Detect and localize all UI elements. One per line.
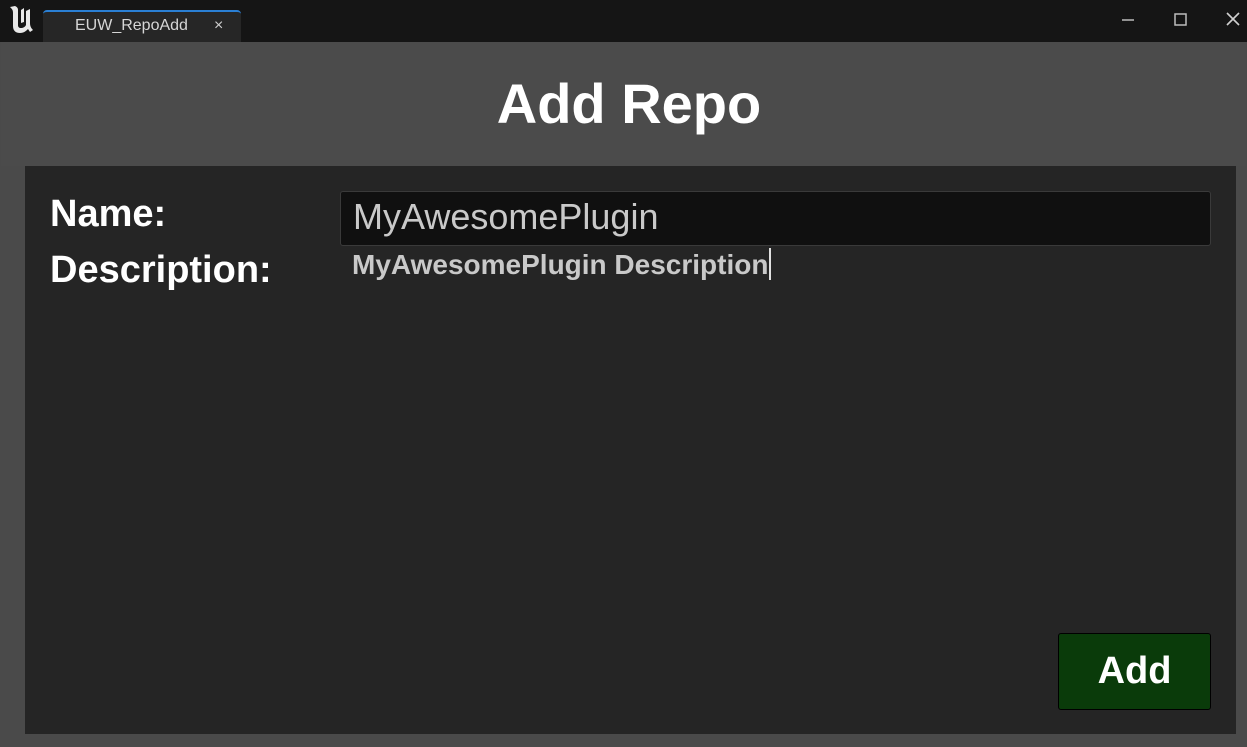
header-area: Add Repo [1,42,1246,166]
description-input[interactable]: MyAwesomePlugin Description [352,248,772,282]
tab-label: EUW_RepoAdd [75,17,188,34]
name-label: Name: [50,193,167,235]
name-input[interactable]: MyAwesomePlugin [340,191,1211,246]
editor-utility-window: EUW_RepoAdd × Add Repo Name: Description… [0,0,1247,747]
maximize-button[interactable] [1166,8,1194,32]
description-input-value: MyAwesomePlugin Description [352,249,769,280]
tab-euw-repoadd[interactable]: EUW_RepoAdd × [43,10,241,42]
unreal-logo-icon [10,6,33,33]
form-panel: Name: Description: MyAwesomePlugin MyAwe… [25,166,1236,734]
minimize-icon [1122,19,1134,21]
close-button[interactable] [1219,8,1247,32]
name-input-value: MyAwesomePlugin [353,196,659,237]
maximize-icon [1174,13,1187,26]
tab-close-icon[interactable]: × [214,17,223,35]
close-icon [1226,12,1240,26]
add-button[interactable]: Add [1058,633,1211,710]
description-label: Description: [50,249,272,291]
text-caret [769,248,772,280]
page-title: Add Repo [496,72,762,135]
title-bar: EUW_RepoAdd × [0,0,1247,42]
minimize-button[interactable] [1114,8,1142,32]
